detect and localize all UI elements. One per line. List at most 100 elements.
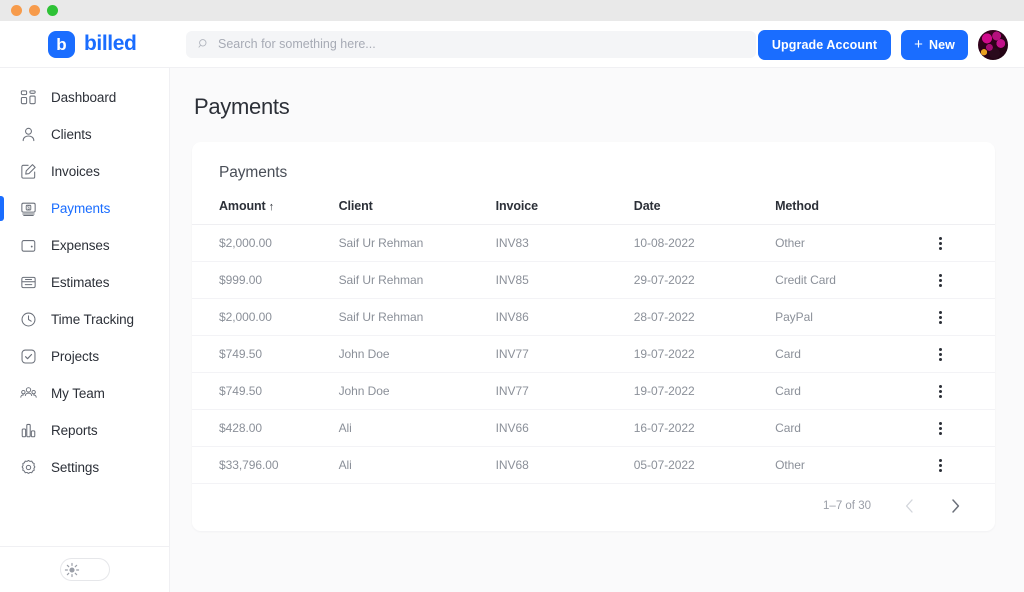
cell-invoice: INV86	[495, 298, 634, 336]
cell-client: Saif Ur Rehman	[338, 261, 496, 299]
sidebar-item-label: My Team	[51, 386, 105, 401]
sidebar-item-time-tracking[interactable]: Time Tracking	[0, 301, 169, 338]
row-menu-icon[interactable]	[932, 421, 948, 435]
app-header: b billed Upgrade Account + New	[0, 21, 1024, 68]
pagination-next-button[interactable]	[947, 498, 963, 514]
brand-name: billed	[84, 32, 137, 55]
sidebar-item-my-team[interactable]: My Team	[0, 375, 169, 412]
cell-client: John Doe	[338, 372, 496, 410]
sidebar-item-estimates[interactable]: Estimates	[0, 264, 169, 301]
sidebar-item-clients[interactable]: Clients	[0, 116, 169, 153]
sidebar-item-settings[interactable]: Settings	[0, 449, 169, 486]
app-window: b billed Upgrade Account + New	[0, 0, 1024, 592]
search-input[interactable]	[218, 37, 744, 51]
cell-invoice: INV85	[495, 261, 634, 299]
new-button-label: New	[928, 37, 955, 52]
cell-date: 19-07-2022	[633, 372, 776, 410]
row-menu-icon[interactable]	[932, 236, 948, 250]
sidebar-item-payments[interactable]: $ Payments	[0, 190, 169, 227]
window-minimize-button[interactable]	[29, 5, 40, 16]
cell-method: Card	[775, 372, 933, 410]
search-bar[interactable]	[186, 30, 756, 58]
pagination-prev-button[interactable]	[901, 498, 917, 514]
payments-table: Amount ↑ Client Invoice Date Method $2,00…	[192, 199, 995, 484]
cell-actions	[932, 298, 995, 336]
sidebar-item-label: Settings	[51, 460, 99, 475]
brand-logo[interactable]: b billed	[0, 30, 170, 58]
cell-actions	[932, 446, 995, 484]
sidebar-item-projects[interactable]: Projects	[0, 338, 169, 375]
column-header-client[interactable]: Client	[338, 199, 496, 225]
pagination-range: 1–7 of 30	[823, 500, 871, 512]
people-icon	[20, 387, 37, 398]
table-row[interactable]: $2,000.00 Saif Ur Rehman INV86 28-07-202…	[192, 298, 995, 336]
avatar[interactable]	[978, 29, 1008, 60]
cell-invoice: INV77	[495, 335, 634, 373]
svg-text:$: $	[27, 205, 30, 211]
cell-invoice: INV66	[495, 409, 634, 447]
payments-card: Payments Amount ↑ Client Invoice Date Met…	[192, 142, 995, 531]
table-header: Amount ↑ Client Invoice Date Method	[192, 199, 995, 225]
column-header-actions	[932, 199, 995, 225]
row-menu-icon[interactable]	[932, 310, 948, 324]
row-menu-icon[interactable]	[932, 273, 948, 287]
sidebar-item-label: Time Tracking	[51, 312, 134, 327]
user-icon	[22, 127, 35, 142]
column-header-invoice[interactable]: Invoice	[495, 199, 634, 225]
brand-mark-icon: b	[48, 30, 75, 58]
cell-amount: $749.50	[192, 335, 339, 373]
bar-chart-icon	[21, 423, 36, 438]
column-header-date[interactable]: Date	[633, 199, 776, 225]
sidebar-item-label: Dashboard	[51, 90, 117, 105]
cell-date: 29-07-2022	[633, 261, 776, 299]
column-header-amount[interactable]: Amount ↑	[192, 199, 339, 225]
app-body: Dashboard Clients Invoices $ Payments Ex…	[0, 68, 1024, 592]
cell-client: Ali	[338, 409, 496, 447]
sidebar-item-reports[interactable]: Reports	[0, 412, 169, 449]
clock-icon	[21, 312, 36, 327]
cell-client: Ali	[338, 446, 496, 484]
cell-client: John Doe	[338, 335, 496, 373]
table-row[interactable]: $749.50 John Doe INV77 19-07-2022 Card	[192, 335, 995, 373]
table-row[interactable]: $428.00 Ali INV66 16-07-2022 Card	[192, 409, 995, 447]
table-row[interactable]: $999.00 Saif Ur Rehman INV85 29-07-2022 …	[192, 261, 995, 299]
cell-method: Card	[775, 409, 933, 447]
cell-client: Saif Ur Rehman	[338, 298, 496, 336]
check-square-icon	[21, 349, 36, 364]
column-header-amount-label: Amount	[219, 199, 266, 213]
sidebar-item-expenses[interactable]: Expenses	[0, 227, 169, 264]
table-row[interactable]: $33,796.00 Ali INV68 05-07-2022 Other	[192, 446, 995, 484]
table-header-row: Amount ↑ Client Invoice Date Method	[192, 199, 995, 225]
cell-date: 10-08-2022	[633, 224, 776, 262]
banknote-icon: $	[21, 202, 36, 217]
cell-amount: $2,000.00	[192, 224, 339, 262]
row-menu-icon[interactable]	[932, 347, 948, 361]
main-content: Payments Payments Amount ↑ Client Invoice…	[170, 68, 1024, 592]
cell-amount: $749.50	[192, 372, 339, 410]
edit-document-icon	[21, 164, 36, 179]
column-header-method[interactable]: Method	[775, 199, 933, 225]
window-maximize-button[interactable]	[47, 5, 58, 16]
table-row[interactable]: $2,000.00 Saif Ur Rehman INV83 10-08-202…	[192, 224, 995, 262]
cell-date: 19-07-2022	[633, 335, 776, 373]
cell-actions	[932, 409, 995, 447]
chevron-left-icon	[905, 499, 913, 513]
row-menu-icon[interactable]	[932, 384, 948, 398]
cell-actions	[932, 224, 995, 262]
cell-method: PayPal	[775, 298, 933, 336]
theme-toggle[interactable]	[59, 558, 110, 581]
new-button[interactable]: + New	[901, 29, 968, 60]
cell-date: 05-07-2022	[633, 446, 776, 484]
cell-actions	[932, 372, 995, 410]
cell-amount: $999.00	[192, 261, 339, 299]
upgrade-account-button[interactable]: Upgrade Account	[757, 29, 892, 60]
sidebar-item-invoices[interactable]: Invoices	[0, 153, 169, 190]
table-row[interactable]: $749.50 John Doe INV77 19-07-2022 Card	[192, 372, 995, 410]
sidebar-footer	[0, 546, 169, 592]
window-close-button[interactable]	[11, 5, 22, 16]
cell-client: Saif Ur Rehman	[338, 224, 496, 262]
sort-ascending-icon: ↑	[268, 201, 275, 213]
row-menu-icon[interactable]	[932, 458, 948, 472]
sidebar-item-dashboard[interactable]: Dashboard	[0, 79, 169, 116]
sidebar-item-label: Projects	[51, 349, 99, 364]
